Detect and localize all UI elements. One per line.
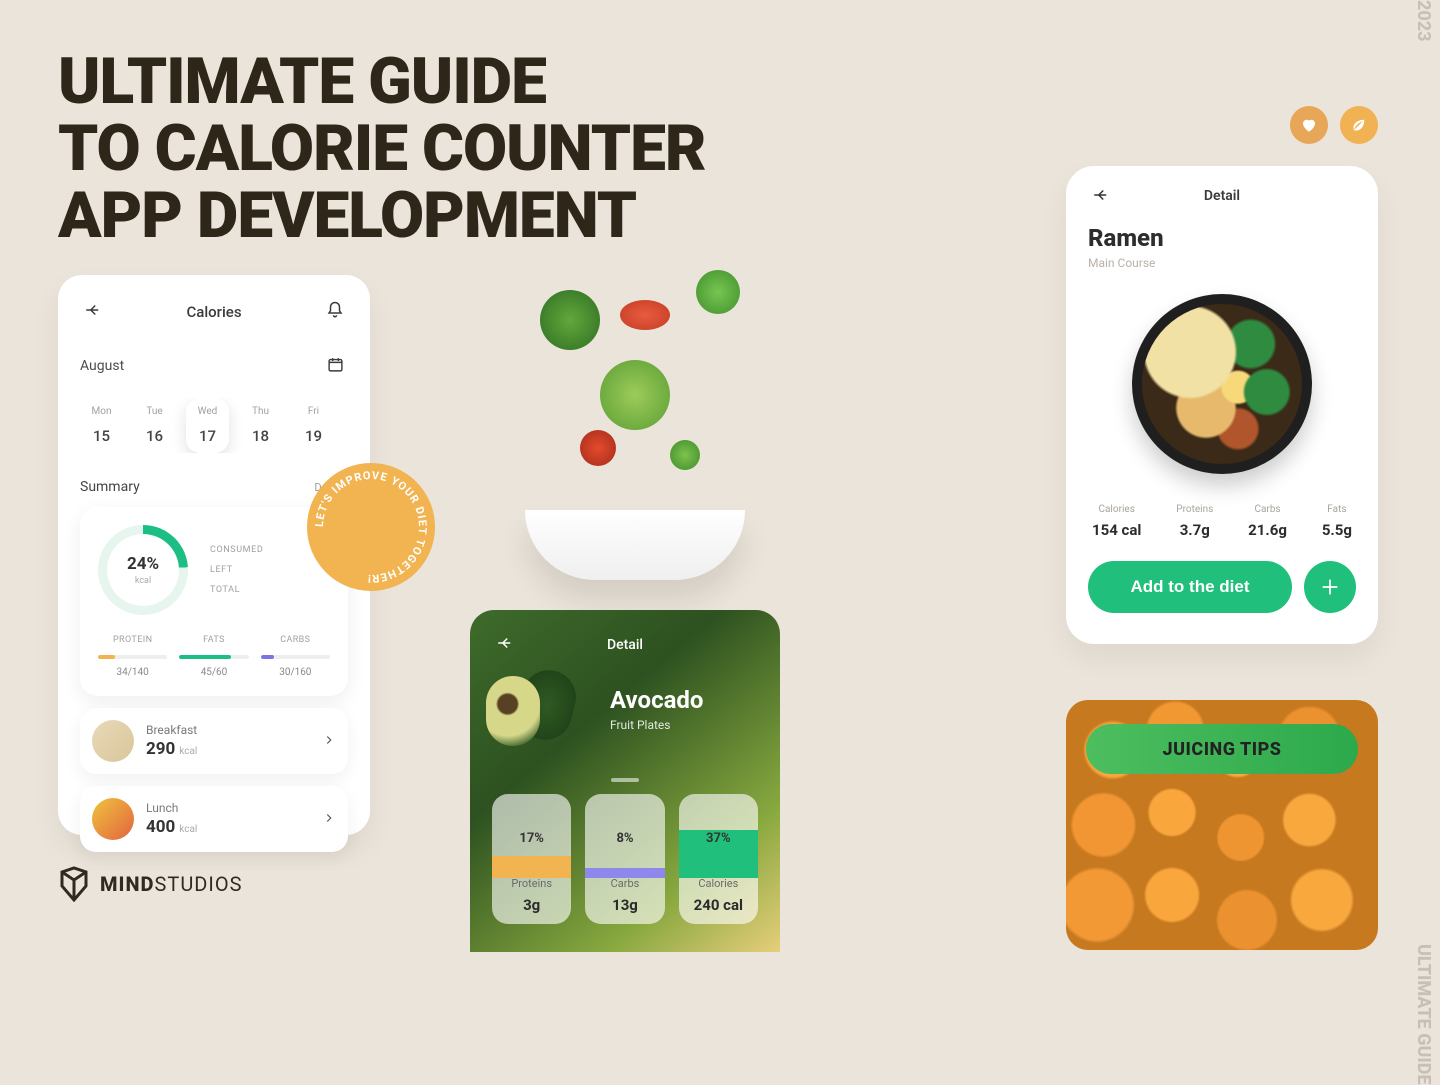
meal-lunch[interactable]: Lunch 400kcal	[80, 786, 348, 852]
nutri-calories: 37% Calories 240 cal	[679, 794, 758, 924]
meal-breakfast[interactable]: Breakfast 290kcal	[80, 708, 348, 774]
progress-ring: 24% kcal	[98, 525, 188, 615]
ring-unit: kcal	[135, 576, 151, 586]
ramen-title: Detail	[1204, 188, 1240, 204]
brand-logo: MINDSTUDIOS	[58, 866, 243, 902]
ramen-subtitle: Main Course	[1088, 256, 1356, 270]
macro-fats: FATS 45/60	[179, 635, 248, 678]
leaf-icon	[1340, 106, 1378, 144]
avocado-title: Detail	[492, 637, 758, 653]
bell-icon[interactable]	[322, 297, 348, 326]
ring-legend: CONSUMED LEFT TOTAL	[210, 545, 263, 595]
back-button[interactable]	[492, 630, 518, 659]
ramen-image	[1132, 294, 1312, 474]
avocado-subtitle: Fruit Plates	[610, 718, 670, 732]
diet-badge: LET'S IMPROVE YOUR DIET TOGETHER!	[307, 463, 435, 591]
side-guide-label: ULTIMATE GUIDE	[1413, 944, 1434, 1085]
ramen-card: Detail Ramen Main Course Calories154 cal…	[1066, 166, 1378, 644]
ramen-name: Ramen	[1088, 224, 1356, 252]
add-to-diet-button[interactable]: Add to the diet	[1088, 561, 1292, 613]
avocado-image	[486, 676, 574, 736]
logo-mark-icon	[58, 866, 90, 902]
ramen-fats: Fats5.5g	[1322, 504, 1352, 539]
day-item[interactable]: Fri19	[292, 398, 335, 453]
ramen-calories: Calories154 cal	[1092, 504, 1141, 539]
day-item[interactable]: Thu18	[239, 398, 282, 453]
side-year: 2023	[1413, 0, 1434, 42]
nutri-proteins: 17% Proteins 3g	[492, 794, 571, 924]
ramen-carbs: Carbs21.6g	[1248, 504, 1287, 539]
avocado-name: Avocado	[610, 686, 703, 714]
macro-protein: PROTEIN 34/140	[98, 635, 167, 678]
day-item[interactable]: Tue16	[133, 398, 176, 453]
meal-image	[92, 720, 134, 762]
day-item-selected[interactable]: Wed17	[186, 398, 229, 453]
juicing-label: JUICING TIPS	[1086, 724, 1358, 774]
back-button[interactable]	[1088, 182, 1114, 211]
calendar-icon[interactable]	[323, 352, 348, 380]
day-item[interactable]: Mon15	[80, 398, 123, 453]
meal-image	[92, 798, 134, 840]
badge-row	[1290, 106, 1378, 144]
avocado-card: Detail Avocado Fruit Plates 17% Proteins…	[470, 610, 780, 952]
ring-percent: 24%	[127, 554, 159, 574]
page-title: ULTIMATE GUIDE TO CALORIE COUNTER APP DE…	[58, 48, 706, 250]
back-button[interactable]	[80, 297, 106, 326]
macro-carbs: CARBS 30/160	[261, 635, 330, 678]
chevron-right-icon	[322, 732, 336, 751]
nutri-carbs: 8% Carbs 13g	[585, 794, 664, 924]
summary-heading: Summary	[80, 479, 140, 495]
salad-image	[500, 270, 770, 580]
day-picker: Mon15 Tue16 Wed17 Thu18 Fri19 Sat20 Sat2…	[80, 398, 348, 453]
plus-button[interactable]	[1304, 561, 1356, 613]
day-item[interactable]: Sat20	[345, 398, 348, 453]
ramen-proteins: Proteins3.7g	[1176, 504, 1213, 539]
month-label: August	[80, 358, 124, 374]
svg-text:LET'S IMPROVE YOUR DIET TOGETH: LET'S IMPROVE YOUR DIET TOGETHER!	[313, 469, 429, 585]
heart-icon	[1290, 106, 1328, 144]
chevron-right-icon	[322, 810, 336, 829]
calories-title: Calories	[186, 303, 241, 321]
drag-handle[interactable]	[611, 778, 639, 782]
juicing-card[interactable]: JUICING TIPS	[1066, 700, 1378, 950]
